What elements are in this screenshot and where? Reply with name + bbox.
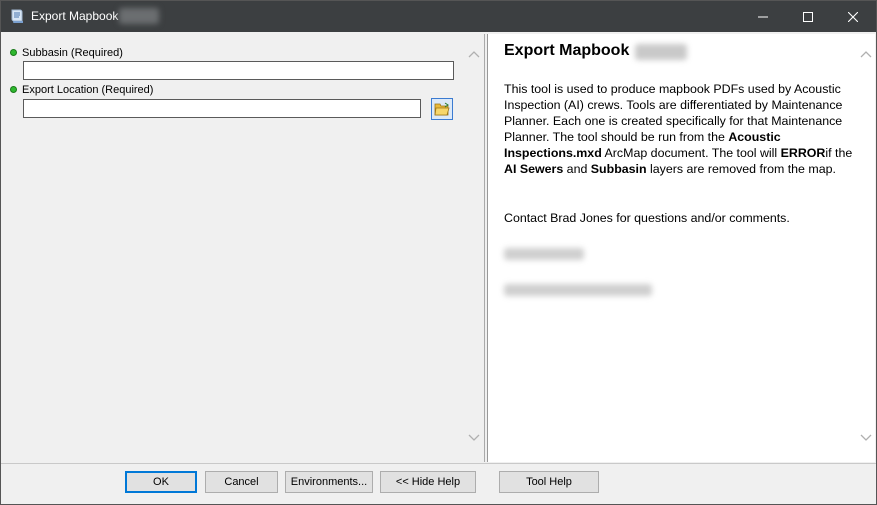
environments-button[interactable]: Environments... <box>285 471 373 493</box>
help-description: This tool is used to produce mapbook PDF… <box>504 81 854 177</box>
scroll-down-icon <box>468 434 480 441</box>
export-mapbook-dialog: Export Mapbook Subbasin (Required) Expor… <box>0 0 877 505</box>
redacted-title-suffix <box>635 44 687 60</box>
scroll-up-icon <box>860 51 872 58</box>
help-text: if the <box>825 146 853 160</box>
help-bold-subbasin: Subbasin <box>590 162 647 176</box>
export-location-label: Export Location (Required) <box>22 84 154 96</box>
arcmap-scroll-icon <box>10 8 24 25</box>
cancel-button[interactable]: Cancel <box>205 471 278 493</box>
redacted-email <box>504 284 652 296</box>
help-scrollbar[interactable] <box>857 34 875 462</box>
redacted-phone <box>504 248 584 260</box>
title-bar[interactable]: Export Mapbook <box>1 1 876 32</box>
required-indicator-icon <box>10 86 17 93</box>
help-text: and <box>563 162 591 176</box>
help-bold-ai-sewers: AI Sewers <box>504 162 564 176</box>
ok-button[interactable]: OK <box>125 471 197 493</box>
maximize-icon <box>803 11 813 22</box>
subbasin-input[interactable] <box>23 61 454 80</box>
help-bold-error: ERROR <box>780 146 826 160</box>
browse-button[interactable] <box>431 98 453 120</box>
close-icon <box>848 11 858 22</box>
tool-help-button[interactable]: Tool Help <box>499 471 599 493</box>
window-title: Export Mapbook <box>31 9 119 23</box>
folder-open-icon <box>434 102 450 116</box>
help-text: This tool is used to produce mapbook PDF… <box>504 82 843 144</box>
help-contact: Contact Brad Jones for questions and/or … <box>504 211 790 225</box>
export-location-input[interactable] <box>23 99 421 118</box>
maximize-button[interactable] <box>785 1 831 32</box>
hide-help-button[interactable]: << Hide Help <box>380 471 476 493</box>
minimize-icon <box>758 16 768 17</box>
help-title: Export Mapbook <box>504 42 630 59</box>
scroll-up-icon <box>468 51 480 58</box>
redacted-title-suffix <box>119 8 159 24</box>
close-button[interactable] <box>830 1 876 32</box>
parameters-scrollbar[interactable] <box>465 34 483 462</box>
scroll-down-icon <box>860 434 872 441</box>
subbasin-label: Subbasin (Required) <box>22 47 123 59</box>
help-text: ArcMap document. The tool will <box>601 146 781 160</box>
required-indicator-icon <box>10 49 17 56</box>
minimize-button[interactable] <box>740 1 786 32</box>
help-text: layers are removed from the map. <box>646 162 836 176</box>
